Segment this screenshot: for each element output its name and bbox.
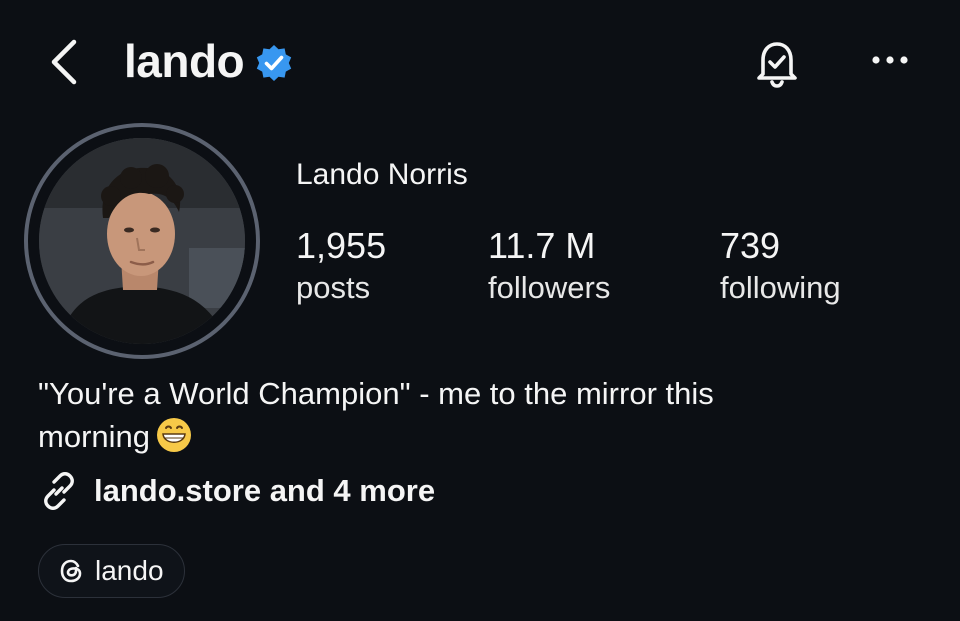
chevron-left-icon	[51, 39, 77, 85]
bio-link-text: lando.store and 4 more	[94, 473, 436, 508]
threads-icon	[60, 559, 82, 583]
more-horizontal-icon	[872, 56, 908, 64]
threads-username: lando	[95, 555, 164, 586]
profile-full-name: Lando Norris	[296, 158, 468, 191]
stat-followers-value: 11.7 M	[488, 225, 596, 266]
threads-profile-button[interactable]: lando	[38, 544, 185, 598]
bell-check-icon	[757, 42, 797, 88]
stat-following[interactable]: 739 following	[720, 226, 841, 310]
grinning-face-emoji-icon	[157, 418, 191, 452]
profile-bio: "You're a World Champion" - me to the mi…	[38, 372, 858, 458]
stat-following-label: following	[720, 270, 841, 305]
stat-following-value: 739	[720, 225, 781, 266]
username-title: lando	[124, 35, 245, 87]
stat-followers-label: followers	[488, 270, 611, 305]
verified-badge-icon	[256, 45, 292, 81]
profile-header-title: lando	[124, 34, 294, 88]
notifications-button[interactable]	[748, 34, 806, 92]
avatar	[39, 138, 245, 344]
bio-links[interactable]: lando.store and 4 more	[38, 470, 435, 512]
stat-followers[interactable]: 11.7 M followers	[488, 226, 610, 310]
stat-posts-value: 1,955	[296, 225, 387, 266]
bio-line-2: morning	[38, 419, 150, 454]
more-options-button[interactable]	[864, 44, 916, 76]
bio-line-2-wrap: morning	[38, 415, 858, 458]
stat-posts[interactable]: 1,955 posts	[296, 226, 386, 310]
bio-line-1: "You're a World Champion" - me to the mi…	[38, 376, 714, 411]
back-button[interactable]	[44, 36, 88, 88]
link-icon	[44, 472, 74, 510]
stat-posts-label: posts	[296, 270, 371, 305]
avatar-photo	[39, 138, 245, 344]
profile-avatar-ring[interactable]	[24, 123, 260, 359]
